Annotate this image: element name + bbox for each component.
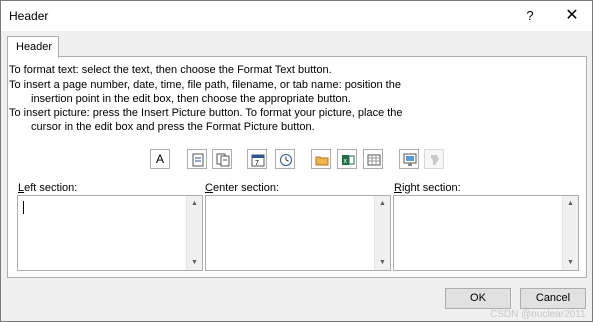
insert-filename-button[interactable]: x (337, 149, 357, 169)
text-caret (23, 201, 24, 214)
filename-icon: x (342, 155, 355, 165)
insert-page-number-button[interactable] (187, 149, 207, 169)
page-number-icon (192, 153, 204, 167)
cancel-button[interactable]: Cancel (520, 288, 586, 309)
time-icon (280, 154, 292, 166)
instruction-line: To insert picture: press the Insert Pict… (9, 107, 403, 119)
scroll-down-icon[interactable]: ▼ (375, 255, 390, 270)
insert-file-path-button[interactable] (311, 149, 331, 169)
format-text-icon: A (155, 152, 164, 166)
left-section-label: Left section: (18, 182, 78, 194)
tab-header[interactable]: Header (7, 36, 59, 58)
format-text-button[interactable]: A (150, 149, 170, 169)
center-section-input[interactable]: ▲ ▼ (205, 195, 391, 271)
scroll-down-icon[interactable]: ▼ (187, 255, 202, 270)
scrollbar[interactable]: ▲ ▼ (374, 196, 390, 270)
insert-picture-button[interactable] (399, 149, 419, 169)
center-section-label: Center section: (205, 182, 279, 194)
number-of-pages-icon (216, 153, 230, 167)
right-section-label: Right section: (394, 182, 461, 194)
scrollbar[interactable]: ▲ ▼ (186, 196, 202, 270)
instruction-line: insertion point in the edit box, then ch… (31, 93, 351, 105)
svg-text:7: 7 (255, 160, 259, 167)
file-path-icon (315, 156, 329, 166)
instruction-line: cursor in the edit box and press the For… (31, 121, 315, 133)
header-dialog: Header ? ✕ Header To format text: select… (0, 0, 593, 322)
watermark: CSDN @nuclear2011 (490, 309, 586, 320)
insert-date-button[interactable]: 7 (247, 149, 267, 169)
help-button[interactable]: ? (517, 5, 543, 27)
dialog-title: Header (9, 9, 49, 23)
scroll-up-icon[interactable]: ▲ (563, 196, 578, 211)
insert-sheet-name-button[interactable] (363, 149, 383, 169)
ok-button[interactable]: OK (445, 288, 511, 309)
sheet-name-icon (367, 154, 381, 166)
scroll-down-icon[interactable]: ▼ (563, 255, 578, 270)
date-icon: 7 (251, 154, 265, 167)
close-button[interactable]: ✕ (557, 5, 587, 27)
format-picture-button[interactable] (424, 149, 444, 169)
format-picture-icon (431, 155, 439, 165)
title-bar: Header ? ✕ (1, 1, 592, 31)
right-section-input[interactable]: ▲ ▼ (393, 195, 579, 271)
tab-header-label: Header (16, 41, 53, 53)
left-section-input[interactable]: ▲ ▼ (17, 195, 203, 271)
svg-text:x: x (344, 158, 348, 165)
insert-time-button[interactable] (275, 149, 295, 169)
instruction-line: To insert a page number, date, time, fil… (9, 79, 401, 91)
instruction-line: To format text: select the text, then ch… (9, 64, 332, 76)
scrollbar[interactable]: ▲ ▼ (562, 196, 578, 270)
scroll-up-icon[interactable]: ▲ (187, 196, 202, 211)
insert-number-of-pages-button[interactable] (212, 149, 232, 169)
scroll-up-icon[interactable]: ▲ (375, 196, 390, 211)
insert-picture-icon (403, 153, 417, 166)
